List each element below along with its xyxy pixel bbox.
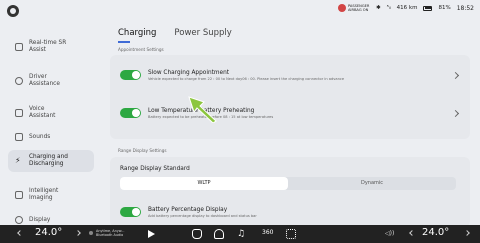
sidebar-item-label: Sounds [29,133,51,140]
bluetooth-icon: ✱ [375,5,381,11]
brightness-icon [15,216,23,224]
pointer-arrow-icon [188,96,217,123]
chevron-right-icon[interactable] [451,71,460,79]
sidebar-item-driver-assistance[interactable]: Driver Assistance [8,70,94,92]
battery-percentage-row[interactable]: Battery Percentage Display Add battery p… [120,201,460,223]
sidebar-item-label: Real-time SR Assist [29,40,67,53]
temp-left-up-chevron-icon[interactable] [75,230,81,236]
chevron-right-icon[interactable] [451,109,460,117]
range-value: 416 km [396,5,418,11]
sidebar-item-label: Intelligent Imaging [29,188,59,201]
range-standard-title: Range Display Standard [120,166,190,172]
brand-logo-icon [7,5,19,17]
tab-charging[interactable]: Charging [118,28,156,38]
signal-icon: ⁵ᵢₗ [386,5,391,11]
play-icon[interactable] [148,230,155,238]
bottom-bar: 24.0° Anytime, Anyw... Bluetooth Audio ♫… [0,225,480,243]
slow-charging-row[interactable]: Slow Charging Appointment Vehicle expect… [120,63,460,87]
speaker-icon [15,133,23,141]
battery-preheating-toggle[interactable] [120,108,141,118]
temp-right-up-chevron-icon[interactable] [464,230,470,236]
status-bar: PASSENGER AIRBAG ON ✱ ⁵ᵢₗ 416 km 81% 18:… [0,0,480,22]
battery-percentage-toggle[interactable] [120,207,141,217]
range-card: Range Display Standard WLTP Dynamic Batt… [110,157,470,227]
steering-wheel-icon [15,77,23,85]
media-source-icon [89,231,93,235]
sidebar-item-label: Charging and Discharging [29,154,68,167]
battery-percent: 81% [438,5,451,11]
sidebar-item-sounds[interactable]: Sounds [8,130,94,144]
airbag-indicator: PASSENGER AIRBAG ON [337,4,370,12]
temp-right-down-chevron-icon[interactable] [409,230,415,236]
sidebar-item-label: Driver Assistance [29,74,60,87]
airbag-icon [337,4,346,12]
range-section-title: Range Display Settings [118,148,167,153]
appointment-section-title: Appointment Settings [118,47,164,52]
apps-grid-icon[interactable] [286,229,296,239]
voice-assistant-icon [15,109,23,117]
home-icon[interactable] [192,229,202,239]
car-sr-icon [15,43,23,51]
slow-charging-subtitle: Vehicle expected to charge from 22 : 00 … [148,76,345,81]
slow-charging-toggle[interactable] [120,70,141,80]
media-subtitle: Bluetooth Audio [96,233,124,237]
settings-sidebar: Real-time SR Assist Driver Assistance Vo… [0,26,96,226]
active-tab-indicator [118,41,130,43]
music-icon[interactable]: ♫ [237,229,247,239]
sidebar-item-real-time-sr-assist[interactable]: Real-time SR Assist [8,36,94,58]
temp-left-down-chevron-icon[interactable] [17,230,23,236]
sidebar-item-intelligent-imaging[interactable]: Intelligent Imaging [8,184,94,206]
camera-360-icon[interactable]: 360 [262,229,273,236]
camera-icon [15,191,23,199]
appointment-card: Slow Charging Appointment Vehicle expect… [110,55,470,139]
sidebar-item-label: Display [29,216,51,223]
volume-icon[interactable]: ◁)) [385,230,394,237]
battery-percentage-title: Battery Percentage Display [148,206,228,213]
sidebar-item-label: Voice Assistant [29,106,56,119]
clock: 18:52 [456,4,474,12]
charging-icon: ⚡ [15,156,21,165]
status-indicators: PASSENGER AIRBAG ON ✱ ⁵ᵢₗ 416 km 81% 18:… [337,4,474,12]
slow-charging-title: Slow Charging Appointment [148,69,230,76]
main-panel: Charging Power Supply Appointment Settin… [104,22,476,227]
range-standard-selector: WLTP Dynamic [120,177,456,190]
temperature-left[interactable]: 24.0° [35,227,62,238]
temperature-right[interactable]: 24.0° [422,227,449,238]
battery-percentage-subtitle: Add battery percentage display to dashbo… [148,213,257,218]
sidebar-item-voice-assistant[interactable]: Voice Assistant [8,102,94,124]
vehicle-icon[interactable] [214,229,224,239]
option-wltp[interactable]: WLTP [120,177,288,190]
tab-power-supply[interactable]: Power Supply [174,28,231,38]
battery-preheating-row[interactable]: Low Temperature Battery Preheating Batte… [120,101,460,125]
option-dynamic[interactable]: Dynamic [288,177,456,190]
battery-icon [423,5,433,11]
sidebar-item-charging-and-discharging[interactable]: ⚡ Charging and Discharging [8,150,94,172]
tab-bar: Charging Power Supply [118,28,232,38]
airbag-line2: AIRBAG ON [347,8,369,12]
